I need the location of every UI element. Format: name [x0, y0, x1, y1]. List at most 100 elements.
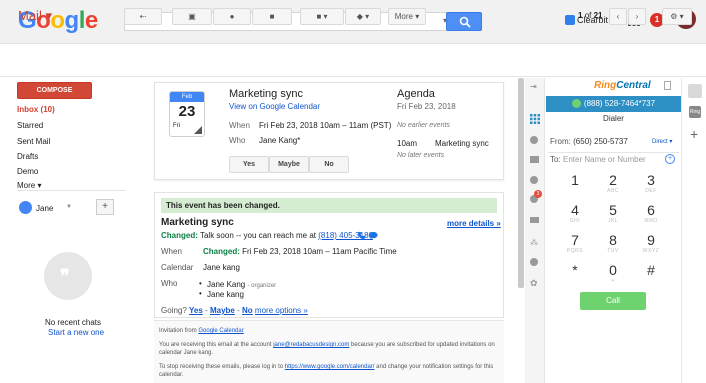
nav-item-starred[interactable]: Starred [17, 121, 43, 130]
chat-icon[interactable] [369, 231, 378, 240]
mail-switcher[interactable]: Mail ▾ [18, 8, 52, 24]
rsvp-no-button[interactable]: No [309, 156, 349, 173]
ringcentral-addon-icon[interactable]: Ring [689, 106, 701, 118]
calendar-dow: Fri [173, 123, 180, 129]
more-button[interactable]: More ▾ [388, 8, 426, 25]
phone-icon[interactable] [357, 231, 366, 240]
agenda-earlier: No earlier events [397, 122, 450, 129]
when-value: Fri Feb 23, 2018 10am – 11am (PST) [259, 121, 392, 130]
view-calendar-link[interactable]: View on Google Calendar [229, 102, 320, 111]
dialpad-key-letters: GHI [569, 218, 581, 224]
going-yes-link[interactable]: Yes [189, 306, 203, 315]
history-icon[interactable] [530, 176, 538, 184]
video-icon[interactable] [530, 217, 539, 223]
clearbit-icon[interactable] [565, 15, 575, 25]
dialpad-key-number: 2 [609, 172, 617, 188]
compose-button[interactable]: COMPOSE [17, 82, 92, 99]
nav-item-sent[interactable]: Sent Mail [17, 137, 50, 146]
nav-item-more[interactable]: More ▾ [17, 181, 41, 190]
delete-button[interactable]: ■ [252, 8, 292, 25]
calendar-invite-card: Feb 23 Fri Marketing sync View on Google… [154, 82, 504, 180]
chat-user-avatar[interactable] [19, 201, 32, 214]
dialpad-key-number: 3 [647, 172, 655, 188]
event-changed-email: This event has been changed. Marketing s… [154, 192, 504, 318]
scrollbar[interactable] [518, 78, 524, 288]
spam-icon: ● [229, 12, 235, 21]
rsvp-maybe-button[interactable]: Maybe [269, 156, 309, 173]
invitation-footer: Invitation from Google Calendar You are … [154, 320, 504, 383]
message-icon[interactable] [530, 136, 538, 144]
bullet-icon: • [199, 279, 202, 288]
labels-button[interactable]: ◆ ▾ [345, 8, 381, 25]
going-maybe-link[interactable]: Maybe [210, 306, 235, 315]
dialpad-key[interactable]: 0 + [593, 262, 633, 284]
add-addon-icon[interactable]: + [690, 126, 698, 142]
who-label: Who [229, 136, 246, 145]
nav-item-drafts[interactable]: Drafts [17, 152, 38, 161]
call-button[interactable]: Call [580, 292, 646, 310]
calendar-month: Feb [170, 92, 204, 102]
collapse-icon[interactable]: ⇥ [530, 82, 540, 92]
pagination-count: 1 of 21 [578, 11, 603, 20]
going-no-link[interactable]: No [242, 306, 253, 315]
chat-user-name[interactable]: Jane [36, 204, 53, 213]
more-options-link[interactable]: more options » [255, 306, 308, 315]
nav-item-demo[interactable]: Demo [17, 167, 38, 176]
voicemail-icon[interactable] [530, 156, 539, 163]
next-page-button[interactable]: › [628, 8, 646, 25]
footer-line-2: You are receiving this email at the acco… [159, 342, 495, 356]
dialpad-key-number: 8 [609, 232, 617, 248]
calendar-settings-link[interactable]: https://www.google.com/calendar/ [285, 364, 375, 370]
changed-description: Changed: Talk soon -- you can reach me a… [161, 231, 373, 240]
dialpad-key[interactable]: 9 WXYZ [631, 232, 671, 254]
account-email-link[interactable]: jane@redabacusdesign.com [273, 342, 349, 348]
dialpad-key[interactable]: * [555, 262, 595, 278]
presence-icon[interactable] [530, 258, 538, 266]
ringcentral-logo: RingCentral [594, 80, 651, 91]
report-spam-button[interactable]: ● [213, 8, 251, 25]
email-calendar-value: Jane kang [203, 263, 240, 272]
from-number[interactable]: From: (650) 250-5737 [550, 137, 628, 146]
more-details-link[interactable]: more details » [447, 219, 501, 228]
dialpad-key[interactable]: 4 GHI [555, 202, 595, 224]
dialpad-key[interactable]: 6 MNO [631, 202, 671, 224]
to-number-input[interactable]: Enter Name or Number [563, 155, 646, 164]
dialpad-key-number: 4 [571, 202, 579, 218]
search-button[interactable] [446, 12, 482, 31]
gear-icon: ⚙ ▾ [670, 12, 684, 21]
nav-divider [17, 190, 126, 191]
dialpad-key[interactable]: 8 TUV [593, 232, 633, 254]
back-button[interactable]: ⇠ [124, 8, 162, 25]
dialpad-icon[interactable] [530, 114, 540, 124]
new-chat-button[interactable]: + [96, 199, 114, 215]
conference-icon[interactable]: ⁂ [530, 238, 540, 248]
dialpad-key-number: 5 [609, 202, 617, 218]
direct-select[interactable]: Direct ▾ [652, 138, 672, 145]
rsvp-yes-button[interactable]: Yes [229, 156, 269, 173]
dialpad-key-letters: TUV [607, 248, 619, 254]
chevron-down-icon[interactable]: ▼ [66, 204, 72, 210]
prev-page-button[interactable]: ‹ [609, 8, 627, 25]
dialpad-key-letters: ABC [607, 188, 619, 194]
dialpad-key[interactable]: 5 JKL [593, 202, 633, 224]
move-to-button[interactable]: ■ ▾ [300, 8, 344, 25]
dialpad-key[interactable]: 2 ABC [593, 172, 633, 194]
archive-button[interactable]: ▣ [172, 8, 212, 25]
google-calendar-link[interactable]: Google Calendar [198, 328, 243, 334]
dialpad-key[interactable]: # [631, 262, 671, 278]
nav-item-inbox[interactable]: Inbox (10) [17, 105, 55, 114]
add-contact-icon[interactable]: + [665, 154, 675, 164]
popout-icon[interactable] [664, 81, 671, 90]
dialpad-key-number: 0 [609, 262, 617, 278]
start-new-chat-link[interactable]: Start a new one [48, 328, 104, 337]
quote-icon: ❞ [60, 266, 70, 286]
settings-gear-icon[interactable]: ✿ [530, 278, 540, 288]
dialpad-key[interactable]: 3 DEF [631, 172, 671, 194]
dialpad-key[interactable]: 7 PQRS [555, 232, 595, 254]
folder-icon: ■ ▾ [316, 12, 328, 21]
settings-button[interactable]: ⚙ ▾ [662, 8, 692, 25]
dialpad-key[interactable]: 1 [555, 172, 595, 188]
addon-icon[interactable] [688, 84, 702, 98]
addons-strip [681, 78, 706, 383]
to-label: To: [550, 155, 561, 164]
